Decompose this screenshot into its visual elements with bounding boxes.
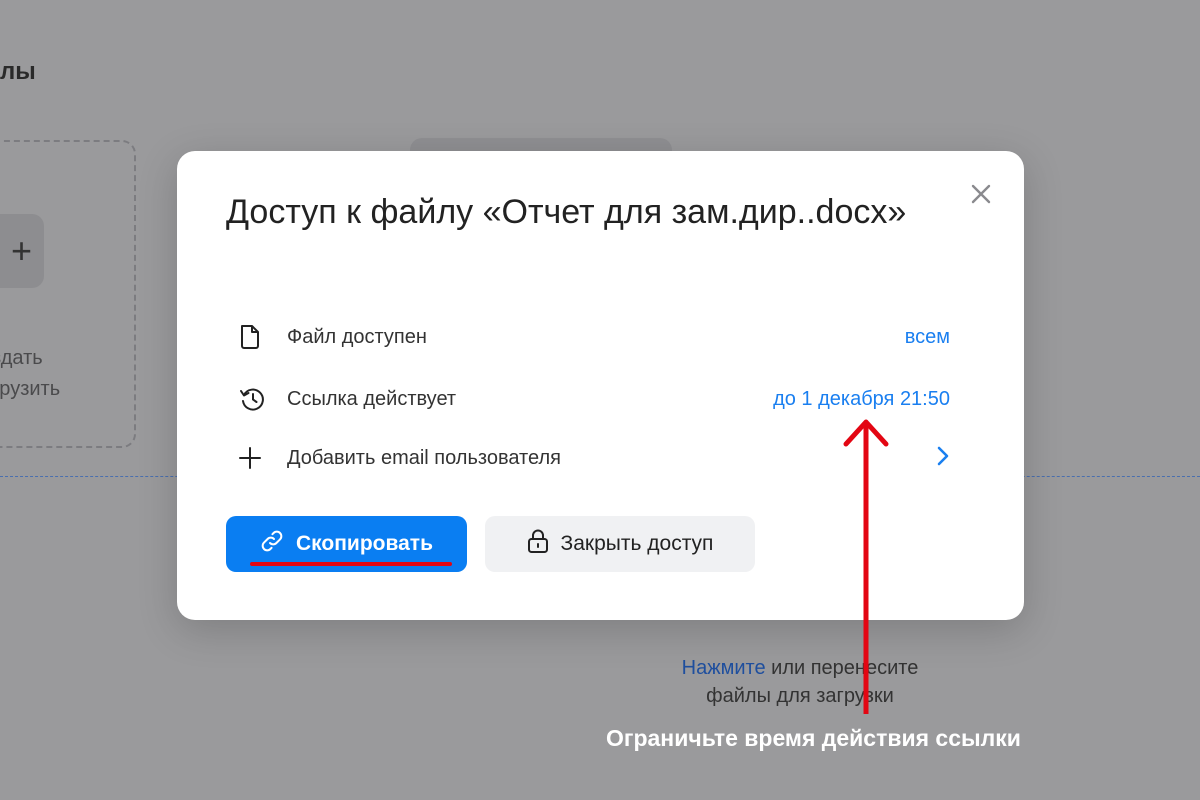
background-create-line2: грузить [0, 378, 61, 400]
close-access-button[interactable]: Закрыть доступ [485, 516, 755, 572]
link-expiry-row: Ссылка действует до 1 декабря 21:50 [239, 379, 950, 419]
copy-button-underline-annotation [250, 562, 452, 566]
background-plus-icon: + [0, 214, 44, 288]
annotation-arrow [843, 419, 889, 714]
dialog-title: Доступ к файлу «Отчет для зам.дир..docx» [226, 193, 907, 231]
history-icon [239, 383, 271, 415]
background-drop-hint-link: Нажмите [681, 657, 766, 679]
background-drop-hint-line2: файлы для загрузки [706, 685, 894, 707]
link-expiry-label: Ссылка действует [287, 387, 457, 410]
annotation-caption: Ограничьте время действия ссылки [606, 725, 1021, 751]
background-drop-hint: Нажмите или перенесите файлы для загрузк… [650, 654, 950, 710]
link-icon [260, 529, 284, 559]
background-create-line1: здать [0, 347, 43, 369]
copy-link-label: Скопировать [296, 532, 433, 555]
background-page-title: лы [0, 58, 36, 85]
access-level-value[interactable]: всем [905, 326, 950, 349]
access-level-row: Файл доступен всем [239, 317, 950, 357]
lock-icon [527, 528, 549, 560]
file-icon [239, 321, 271, 353]
file-access-dialog: Доступ к файлу «Отчет для зам.дир..docx»… [177, 151, 1024, 620]
access-level-label: Файл доступен [287, 325, 427, 348]
background-create-text: здать грузить [0, 343, 60, 405]
close-icon[interactable] [966, 179, 996, 209]
close-access-label: Закрыть доступ [560, 532, 714, 555]
plus-icon [239, 442, 271, 474]
chevron-right-icon[interactable] [936, 446, 950, 471]
link-expiry-value[interactable]: до 1 декабря 21:50 [773, 388, 950, 411]
